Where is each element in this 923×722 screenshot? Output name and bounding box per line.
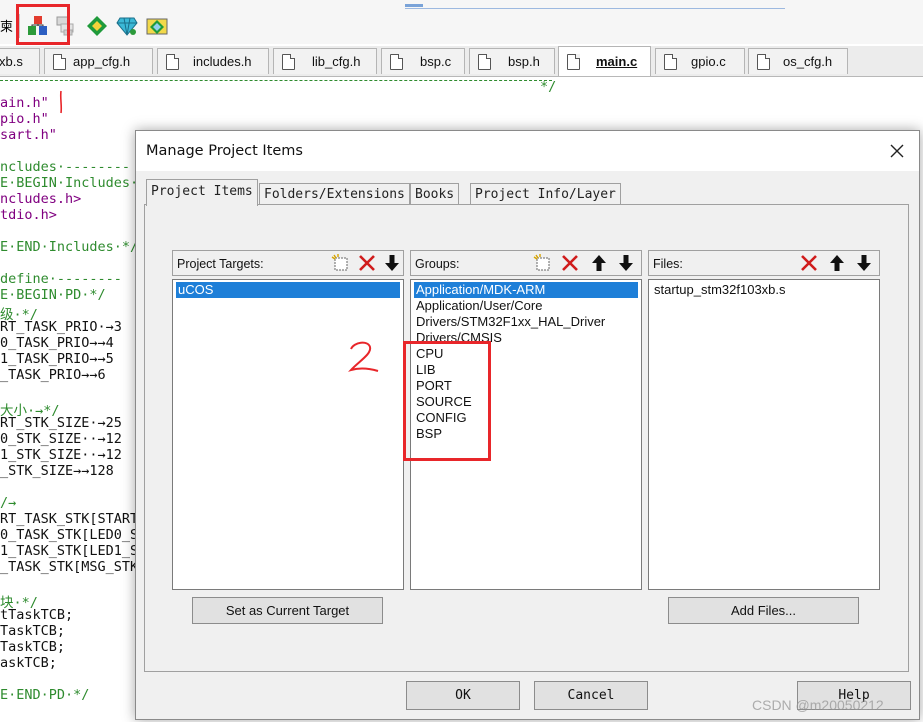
targets-header-down — [382, 250, 404, 276]
move-file-up-icon[interactable] — [826, 253, 848, 273]
list-item[interactable]: Application/User/Core — [414, 298, 544, 314]
code-line: ncludes.h> — [0, 191, 82, 207]
code-line: RT_TASK_STK[START — [0, 511, 139, 527]
code-line: tTaskTCB; — [0, 607, 74, 623]
list-item[interactable]: Application/MDK-ARM — [414, 282, 638, 298]
targets-header: Project Targets: — [172, 250, 404, 276]
document-icon — [757, 54, 770, 70]
code-line: RT_TASK_PRIO·→3 — [0, 319, 122, 335]
list-item[interactable]: uCOS — [176, 282, 400, 298]
file-tab-strip: xb.s app_cfg.h includes.h lib_cfg.h bsp.… — [0, 46, 923, 77]
code-line: _TASK_PRIO→→6 — [0, 367, 106, 383]
code-line: askTCB; — [0, 655, 57, 671]
annotation-box-toolbar — [16, 4, 70, 45]
files-list[interactable]: startup_stm32f103xb.s — [648, 279, 880, 590]
code-line: */ — [540, 79, 557, 95]
new-target-icon[interactable] — [330, 253, 352, 273]
tab-file-0[interactable]: xb.s — [0, 48, 40, 74]
pack-installer-icon[interactable] — [86, 15, 108, 37]
annotation-mark-1 — [59, 90, 63, 114]
document-icon — [282, 54, 295, 70]
move-file-down-icon[interactable] — [853, 253, 875, 273]
toolbar-scroll-strip[interactable] — [405, 0, 785, 9]
code-line: tdio.h> — [0, 207, 57, 223]
close-icon[interactable] — [889, 143, 905, 159]
dialog-title: Manage Project Items — [146, 143, 303, 159]
code-line: _STK_SIZE→→128 — [0, 463, 114, 479]
tab-file-8[interactable]: os_cfg.h — [748, 48, 848, 74]
code-line: E·BEGIN·PD·*/ — [0, 287, 106, 303]
tab-file-5[interactable]: bsp.h — [469, 48, 555, 74]
code-line: 0_TASK_PRIO→→4 — [0, 335, 114, 351]
tab-folders-extensions[interactable]: Folders/Extensions — [259, 183, 410, 205]
delete-group-icon[interactable] — [559, 253, 581, 273]
comment-divider — [0, 80, 552, 81]
tab-books[interactable]: Books — [410, 183, 460, 205]
code-line: 1_TASK_STK[LED1_S — [0, 543, 139, 559]
code-line: define·-------- — [0, 271, 122, 287]
document-icon — [478, 54, 491, 70]
delete-target-icon[interactable] — [356, 253, 378, 273]
new-group-icon[interactable] — [532, 253, 554, 273]
code-line: /→ — [0, 495, 17, 511]
document-icon — [664, 54, 677, 70]
annotation-mark-2 — [348, 341, 379, 372]
code-line: ain.h" — [0, 95, 49, 111]
cancel-button[interactable]: Cancel — [534, 681, 648, 710]
document-icon — [53, 54, 66, 70]
code-line: 1_STK_SIZE··→12 — [0, 447, 122, 463]
manage-project-items-dialog: Manage Project Items Project Items Folde… — [135, 130, 920, 720]
tab-file-4[interactable]: bsp.c — [381, 48, 465, 74]
tab-file-6[interactable]: main.c — [558, 46, 651, 76]
ok-button[interactable]: OK — [406, 681, 520, 710]
code-line: 0_TASK_STK[LED0_S — [0, 527, 139, 543]
targets-list[interactable]: uCOS — [172, 279, 404, 590]
diamond-icon[interactable] — [116, 15, 138, 37]
document-icon — [567, 54, 580, 70]
code-line: pio.h" — [0, 111, 49, 127]
code-line: E·END·PD·*/ — [0, 687, 90, 703]
list-item[interactable]: Drivers/STM32F1xx_HAL_Driver — [414, 314, 607, 330]
toolbar: 柬 — [0, 0, 923, 45]
tab-project-items[interactable]: Project Items — [146, 179, 258, 206]
toolbar-left-glyph: 柬 — [0, 20, 14, 35]
code-line: 0_STK_SIZE··→12 — [0, 431, 122, 447]
groups-header: Groups: — [410, 250, 642, 276]
move-target-down-icon[interactable] — [381, 253, 403, 273]
code-line: _TASK_STK[MSG_STK — [0, 559, 139, 575]
move-group-up-icon[interactable] — [588, 253, 610, 273]
code-line: RT_STK_SIZE·→25 — [0, 415, 122, 431]
code-line: E·BEGIN·Includes· — [0, 175, 139, 191]
list-item[interactable]: startup_stm32f103xb.s — [652, 282, 788, 298]
tab-file-3[interactable]: lib_cfg.h — [273, 48, 377, 74]
code-line: TaskTCB; — [0, 639, 66, 655]
document-icon — [390, 54, 403, 70]
tab-project-info-layer[interactable]: Project Info/Layer — [470, 183, 621, 205]
set-current-target-button[interactable]: Set as Current Target — [192, 597, 383, 624]
tab-file-7[interactable]: gpio.c — [655, 48, 745, 74]
move-group-down-icon[interactable] — [615, 253, 637, 273]
tab-file-2[interactable]: includes.h — [157, 48, 269, 74]
component-icon[interactable] — [146, 15, 168, 37]
document-icon — [166, 54, 179, 70]
code-line: 1_TASK_PRIO→→5 — [0, 351, 114, 367]
watermark: CSDN @m20050212 — [752, 697, 884, 713]
dialog-titlebar: Manage Project Items — [136, 131, 919, 171]
code-line: ncludes·-------- — [0, 159, 131, 175]
add-files-button[interactable]: Add Files... — [668, 597, 859, 624]
code-line: sart.h" — [0, 127, 57, 143]
delete-file-icon[interactable] — [798, 253, 820, 273]
annotation-box-groups — [403, 341, 491, 461]
tab-file-1[interactable]: app_cfg.h — [44, 48, 153, 74]
code-line: E·END·Includes·*/ — [0, 239, 139, 255]
code-line: TaskTCB; — [0, 623, 66, 639]
files-header: Files: — [648, 250, 880, 276]
